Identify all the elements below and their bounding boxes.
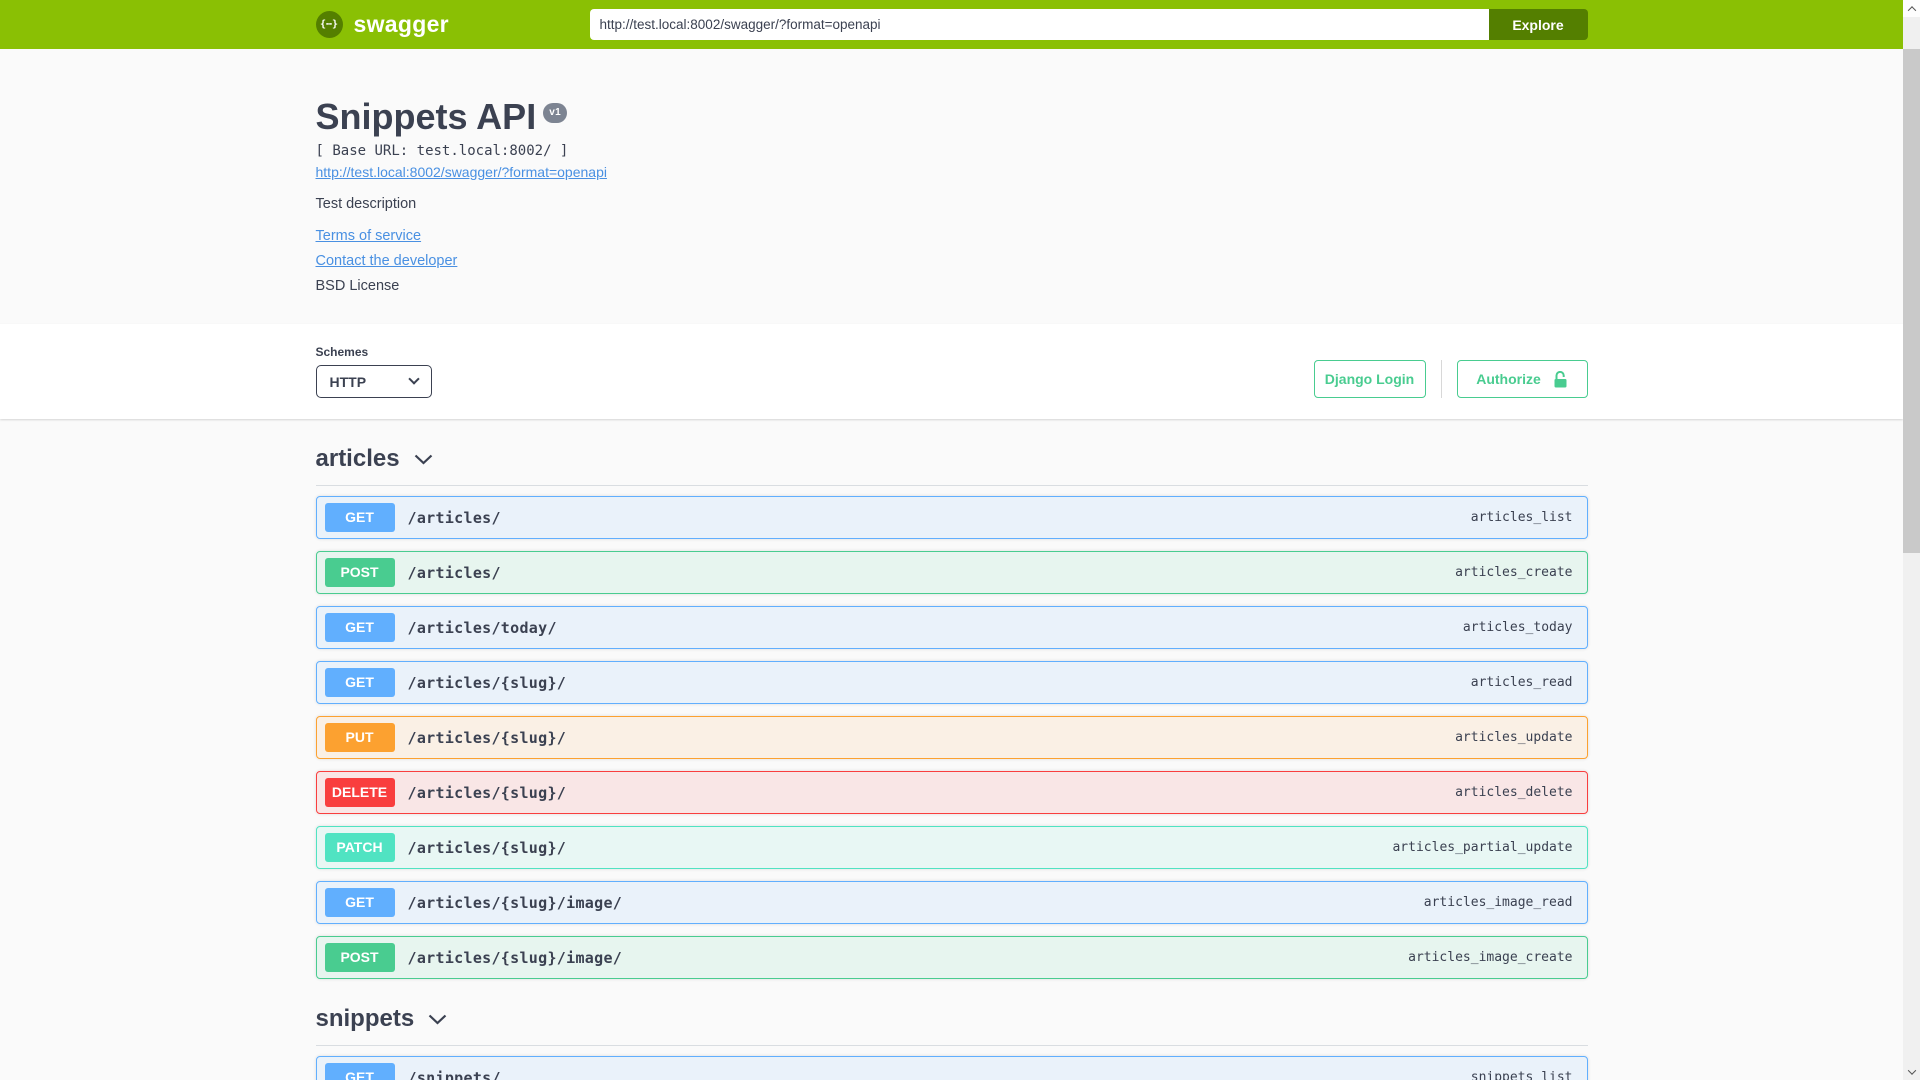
- brand-name: swagger: [353, 11, 449, 37]
- operation-path: /articles/: [407, 508, 501, 527]
- method-badge: GET: [324, 613, 395, 643]
- scheme-selected-value: HTTP: [329, 373, 367, 390]
- page-title: Snippets API v1: [316, 95, 1588, 138]
- method-badge: GET: [324, 1063, 395, 1080]
- explore-button[interactable]: Explore: [1488, 9, 1588, 40]
- scrollbar-thumb[interactable]: [1903, 49, 1920, 553]
- tag-section-snippets: snippets GET /snippets/ snippets_list: [315, 999, 1588, 1080]
- operation-path: /articles/{slug}/: [407, 838, 567, 857]
- operation-id: articles_list: [1470, 510, 1573, 526]
- authorize-button[interactable]: Authorize: [1456, 360, 1588, 399]
- operation-id: articles_image_read: [1423, 895, 1573, 911]
- divider: [1440, 360, 1442, 399]
- api-title-text: Snippets API: [315, 96, 537, 137]
- api-info-section: Snippets API v1 [ Base URL: test.local:80…: [0, 49, 1903, 324]
- method-badge: POST: [324, 558, 395, 588]
- operations-list: GET /snippets/ snippets_list: [315, 1056, 1588, 1080]
- scroll-down-button[interactable]: [1903, 1063, 1920, 1080]
- operation-path: /articles/{slug}/image/: [407, 893, 623, 912]
- chevron-down-icon: [414, 454, 432, 465]
- operation-row[interactable]: POST /articles/ articles_create: [315, 551, 1588, 595]
- vertical-scrollbar[interactable]: [1903, 0, 1920, 1080]
- chevron-down-icon: [407, 373, 420, 385]
- operation-path: /articles/today/: [407, 618, 557, 637]
- auth-block: Django Login Authorize: [1313, 360, 1588, 399]
- method-badge: GET: [324, 668, 395, 698]
- operation-row[interactable]: GET /snippets/ snippets_list: [315, 1056, 1588, 1080]
- method-badge: DELETE: [324, 778, 395, 808]
- scroll-up-icon: [1907, 5, 1916, 15]
- django-login-button[interactable]: Django Login: [1313, 360, 1426, 399]
- operation-id: snippets_list: [1470, 1070, 1573, 1080]
- spec-link[interactable]: http://test.local:8002/swagger/?format=o…: [316, 164, 607, 180]
- swagger-logo-icon: {⋯}: [315, 11, 343, 38]
- scheme-select[interactable]: HTTP: [315, 365, 432, 399]
- operation-id: articles_read: [1470, 675, 1573, 691]
- operation-path: /articles/{slug}/: [407, 673, 567, 692]
- spec-url-form: Explore: [589, 9, 1588, 40]
- operation-row[interactable]: PATCH /articles/{slug}/ articles_partial…: [315, 826, 1588, 870]
- operation-path: /articles/{slug}/: [407, 728, 567, 747]
- tag-label: snippets: [315, 1005, 415, 1033]
- operation-id: articles_create: [1455, 565, 1573, 581]
- operation-row[interactable]: PUT /articles/{slug}/ articles_update: [315, 716, 1588, 760]
- operation-path: /articles/: [407, 563, 501, 582]
- tag-label: articles: [315, 445, 400, 473]
- operations-list: GET /articles/ articles_list POST /artic…: [315, 496, 1588, 980]
- operation-id: articles_today: [1462, 620, 1573, 636]
- chevron-down-icon: [428, 1014, 447, 1025]
- operation-row[interactable]: GET /articles/{slug}/image/ articles_ima…: [315, 881, 1588, 925]
- operation-id: articles_partial_update: [1392, 840, 1573, 856]
- tag-heading-snippets[interactable]: snippets: [315, 999, 1588, 1047]
- operation-row[interactable]: GET /articles/{slug}/ articles_read: [315, 661, 1588, 705]
- base-url: [ Base URL: test.local:8002/ ]: [315, 143, 569, 160]
- operation-id: articles_delete: [1455, 785, 1573, 801]
- contact-developer-link[interactable]: Contact the developer: [316, 253, 458, 270]
- operation-row[interactable]: GET /articles/ articles_list: [315, 496, 1588, 540]
- swagger-brand[interactable]: {⋯} swagger: [315, 11, 449, 38]
- scroll-up-button[interactable]: [1903, 0, 1920, 17]
- license-text: BSD License: [315, 278, 400, 295]
- scroll-down-icon: [1907, 1065, 1916, 1075]
- operation-path: /articles/{slug}/: [407, 783, 567, 802]
- operation-path: /articles/{slug}/image/: [407, 948, 623, 967]
- operation-row[interactable]: DELETE /articles/{slug}/ articles_delete: [315, 771, 1588, 815]
- schemes-block: Schemes HTTP: [315, 345, 432, 399]
- api-description: Test description: [315, 196, 417, 213]
- terms-of-service-link[interactable]: Terms of service: [316, 228, 422, 245]
- operation-row[interactable]: GET /articles/today/ articles_today: [315, 606, 1588, 650]
- operation-row[interactable]: POST /articles/{slug}/image/ articles_im…: [315, 936, 1588, 980]
- schemes-label: Schemes: [315, 345, 369, 360]
- method-badge: PATCH: [324, 833, 395, 863]
- tag-heading-articles[interactable]: articles: [315, 439, 1588, 487]
- swagger-ui-page: {⋯} swagger Explore Snippets API v1 [ Bas…: [0, 0, 1903, 1080]
- version-badge: v1: [543, 103, 567, 123]
- tag-section-articles: articles GET /articles/ articles_list PO…: [315, 439, 1588, 980]
- operation-path: /snippets/: [407, 1068, 501, 1080]
- method-badge: PUT: [324, 723, 395, 753]
- operation-id: articles_image_create: [1408, 950, 1573, 966]
- method-badge: POST: [324, 943, 395, 973]
- authorize-label: Authorize: [1476, 371, 1541, 388]
- topbar: {⋯} swagger Explore: [0, 0, 1903, 49]
- lock-open-icon: [1554, 370, 1567, 388]
- method-badge: GET: [324, 888, 395, 918]
- scheme-container: Schemes HTTP Django Login Authorize: [0, 324, 1903, 420]
- operation-id: articles_update: [1455, 730, 1573, 746]
- spec-url-input[interactable]: [589, 9, 1489, 40]
- method-badge: GET: [324, 503, 395, 533]
